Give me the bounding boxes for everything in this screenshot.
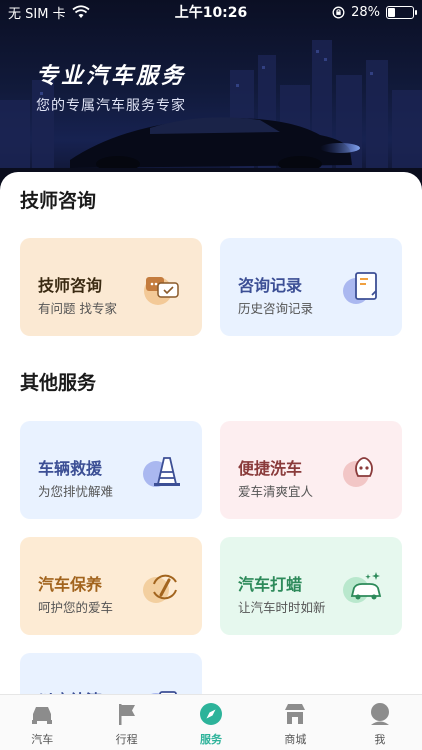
status-bar: 无 SIM 卡 上午10:26 28%	[0, 0, 422, 24]
tab-label: 商城	[284, 733, 307, 746]
carrier-text: 无 SIM 卡	[8, 6, 66, 22]
card-subtitle: 呵护您的爱车	[38, 600, 114, 615]
card-car-wash[interactable]: 便捷洗车 爱车清爽宜人	[220, 421, 402, 519]
card-title: 技师咨询	[38, 276, 103, 295]
tab-mall[interactable]: 商城	[253, 695, 337, 750]
card-technician-consult[interactable]: 技师咨询 有问题 找专家	[20, 238, 202, 336]
rotation-lock-icon	[332, 6, 345, 18]
card-title: 车辆救援	[38, 459, 103, 478]
store-icon	[285, 704, 306, 724]
car-icon	[32, 707, 53, 724]
card-title: 咨询记录	[238, 276, 303, 295]
tab-label: 汽车	[31, 733, 54, 746]
banner-title: 专业汽车服务	[36, 64, 187, 89]
tab-me[interactable]: 我	[338, 695, 422, 750]
maintenance-wrench-icon	[143, 574, 177, 603]
card-car-wax[interactable]: 汽车打蜡 让汽车时时如新	[220, 537, 402, 635]
card-title: 汽车打蜡	[238, 575, 303, 594]
card-subtitle: 让汽车时时如新	[238, 600, 326, 615]
hero-banner: 无 SIM 卡 上午10:26 28% 专业汽车服务 您的专属汽车服务专家	[0, 0, 422, 200]
flag-icon	[118, 704, 135, 725]
battery-level	[388, 7, 395, 17]
tab-trip[interactable]: 行程	[84, 695, 168, 750]
car-wash-icon	[343, 457, 373, 487]
profile-icon	[370, 703, 389, 725]
chat-bubbles-icon	[144, 277, 179, 305]
car-wax-sparkle-icon	[343, 572, 382, 603]
card-subtitle: 爱车清爽宜人	[238, 484, 314, 499]
card-subtitle: 有问题 找专家	[38, 301, 117, 316]
section-title-consult: 技师咨询	[20, 190, 97, 212]
tab-service[interactable]: 服务	[169, 695, 253, 750]
tab-label: 行程	[115, 733, 138, 746]
tab-label: 我	[374, 733, 386, 746]
document-record-icon	[343, 272, 377, 304]
card-title: 汽车保养	[38, 575, 103, 594]
battery-icon	[386, 5, 417, 19]
services-content[interactable]: 技师咨询 技师咨询 有问题 找专家 咨询记录 历史咨询记录 其他服务 车辆救援 …	[0, 172, 422, 702]
wifi-icon	[72, 5, 90, 18]
card-subtitle: 历史咨询记录	[238, 301, 314, 316]
compass-icon	[200, 703, 223, 725]
card-title: 便捷洗车	[238, 459, 303, 478]
banner-subtitle: 您的专属汽车服务专家	[36, 98, 186, 114]
bottom-tab-bar: 汽车 行程 服务 商城 我	[0, 694, 422, 750]
card-subtitle: 为您排忧解难	[38, 484, 114, 499]
tab-car[interactable]: 汽车	[0, 695, 84, 750]
card-roadside-rescue[interactable]: 车辆救援 为您排忧解难	[20, 421, 202, 519]
card-car-maintenance[interactable]: 汽车保养 呵护您的爱车	[20, 537, 202, 635]
card-consult-history[interactable]: 咨询记录 历史咨询记录	[220, 238, 402, 336]
battery-percent: 28%	[351, 4, 380, 20]
section-title-other: 其他服务	[20, 372, 97, 394]
traffic-cone-icon	[143, 457, 180, 487]
tab-label: 服务	[200, 733, 223, 746]
